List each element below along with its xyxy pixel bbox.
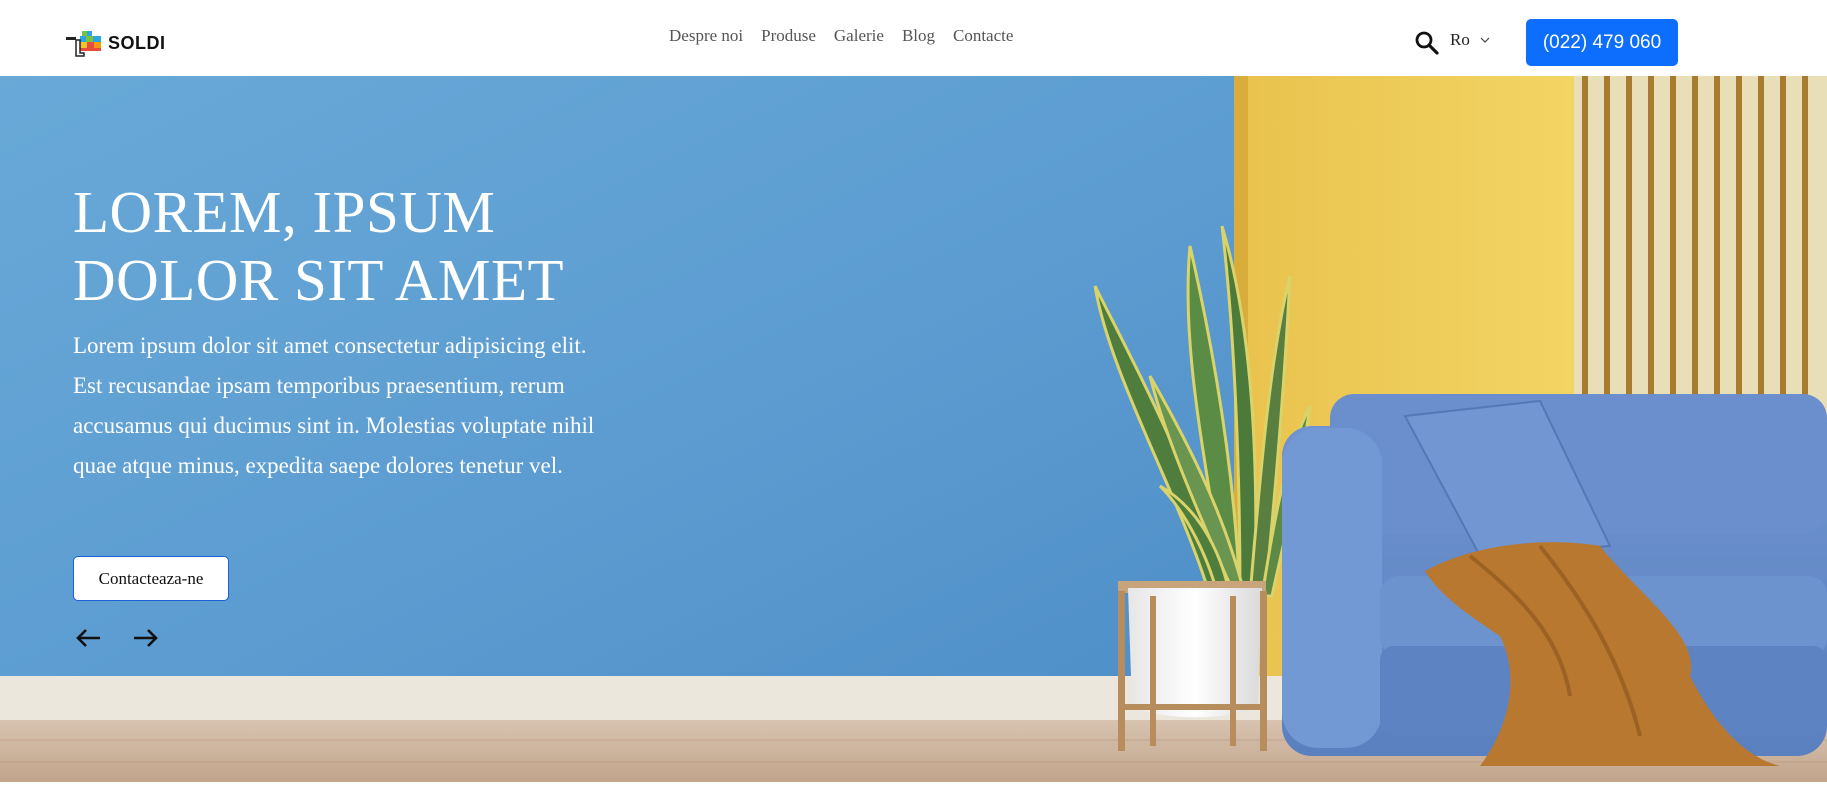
hero-banner: LOREM, IPSUM DOLOR SIT AMET Lorem ipsum … bbox=[0, 76, 1827, 782]
nav-blog[interactable]: Blog bbox=[902, 26, 935, 46]
site-header: SOLDI Despre noi Produse Galerie Blog Co… bbox=[0, 0, 1827, 76]
logo-text: SOLDI bbox=[108, 32, 166, 53]
nav-contacte[interactable]: Contacte bbox=[953, 26, 1013, 46]
main-nav: Despre noi Produse Galerie Blog Contacte bbox=[669, 26, 1013, 46]
logo[interactable]: SOLDI bbox=[66, 28, 166, 58]
language-selector[interactable]: Ro bbox=[1450, 30, 1490, 50]
nav-galerie[interactable]: Galerie bbox=[834, 26, 884, 46]
arrow-left-icon[interactable] bbox=[74, 626, 104, 650]
logo-paint-roller-icon bbox=[66, 31, 101, 57]
chevron-down-icon bbox=[1480, 37, 1490, 43]
hero-title: LOREM, IPSUM DOLOR SIT AMET bbox=[73, 179, 565, 313]
search-icon[interactable] bbox=[1414, 30, 1440, 56]
hero-description: Lorem ipsum dolor sit amet consectetur a… bbox=[73, 333, 595, 478]
phone-button[interactable]: (022) 479 060 bbox=[1526, 19, 1678, 66]
nav-produse[interactable]: Produse bbox=[761, 26, 816, 46]
nav-despre-noi[interactable]: Despre noi bbox=[669, 26, 743, 46]
arrow-right-icon[interactable] bbox=[130, 626, 160, 650]
language-label: Ro bbox=[1450, 30, 1470, 49]
contact-us-button[interactable]: Contacteaza-ne bbox=[73, 556, 229, 601]
